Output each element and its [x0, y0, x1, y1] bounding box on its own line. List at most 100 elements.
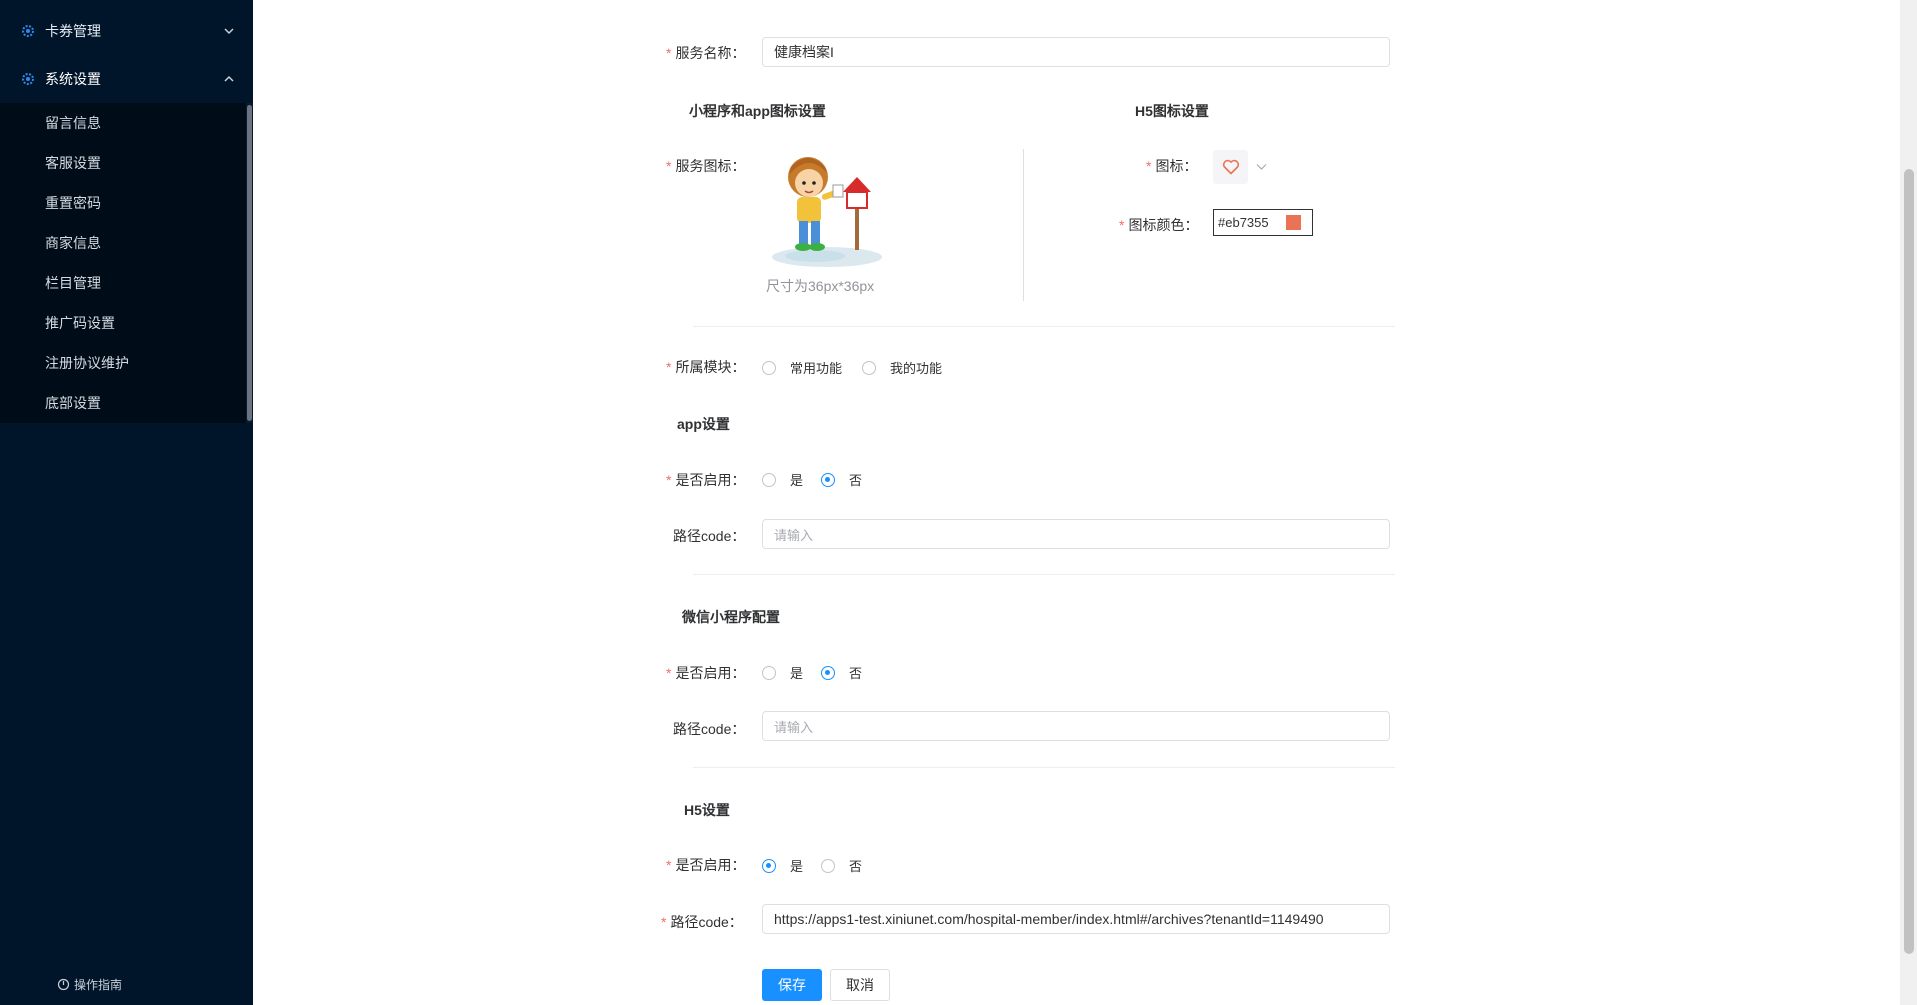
save-button[interactable]: 保存	[762, 969, 822, 1001]
app-settings-title: app设置	[677, 416, 730, 432]
sidebar-item-registration-agreement[interactable]: 注册协议维护	[0, 343, 246, 383]
sidebar-item-label: 推广码设置	[45, 315, 115, 331]
radio-circle[interactable]	[821, 665, 836, 680]
app-path-input[interactable]: 请输入	[762, 519, 1390, 549]
radio-label: 否	[849, 473, 863, 488]
radio-circle[interactable]	[762, 360, 776, 375]
wechat-path-label: 路径code：	[673, 721, 746, 737]
label-text: 所属模块：	[675, 359, 746, 375]
label-text: 服务图标：	[675, 158, 746, 174]
service-icon-image[interactable]	[765, 147, 890, 272]
radio-wechat-yes[interactable]: 是	[762, 663, 803, 682]
radio-circle[interactable]	[821, 472, 836, 487]
divider	[693, 574, 1395, 575]
sidebar-item-label: 留言信息	[45, 115, 101, 131]
sidebar-item-reset-password[interactable]: 重置密码	[0, 183, 246, 223]
app-path-label: 路径code：	[673, 528, 746, 544]
section-divider-vertical	[1023, 149, 1024, 301]
h5-path-label: * 路径code：	[661, 912, 743, 932]
sidebar-item-customer-service[interactable]: 客服设置	[0, 143, 246, 183]
radio-common-functions[interactable]: 常用功能	[762, 358, 842, 377]
wechat-path-input[interactable]: 请输入	[762, 711, 1390, 741]
divider	[693, 767, 1395, 768]
sidebar-item-messages[interactable]: 留言信息	[0, 103, 246, 143]
radio-wechat-no[interactable]: 否	[821, 663, 862, 682]
required-mark: *	[666, 665, 672, 681]
radio-label: 是	[790, 666, 804, 681]
sidebar-item-label: 客服设置	[45, 155, 101, 171]
wechat-settings-title: 微信小程序配置	[682, 609, 780, 625]
input-value: 健康档案I	[774, 44, 834, 60]
wechat-enabled-label: * 是否启用：	[666, 663, 745, 683]
color-value: #eb7355	[1218, 215, 1269, 230]
sidebar-item-merchant-info[interactable]: 商家信息	[0, 223, 246, 263]
sidebar-item-column-management[interactable]: 栏目管理	[0, 263, 246, 303]
operation-guide-link[interactable]: 操作指南	[57, 976, 122, 993]
label-text: 是否启用：	[675, 665, 746, 681]
chevron-down-icon[interactable]	[1256, 163, 1267, 171]
required-mark: *	[666, 45, 672, 61]
service-name-input[interactable]: 健康档案I	[762, 37, 1390, 67]
sidebar-item-promo-code[interactable]: 推广码设置	[0, 303, 246, 343]
module-label: * 所属模块：	[666, 357, 745, 377]
required-mark: *	[666, 359, 672, 375]
required-mark: *	[661, 914, 667, 930]
submenu-system-settings: 留言信息 客服设置 重置密码 商家信息 栏目管理 推广码设置 注册协议维护 底部…	[0, 103, 246, 423]
sidebar-item-label: 重置密码	[45, 195, 101, 211]
gear-icon	[22, 73, 34, 85]
wechat-enabled-radio-group: 是 否	[762, 663, 880, 682]
menu-system-settings[interactable]: 系统设置	[0, 55, 253, 103]
h5-icon-label: * 图标：	[1146, 156, 1197, 176]
divider	[693, 326, 1395, 327]
radio-app-no[interactable]: 否	[821, 470, 862, 489]
service-icon-label: * 服务图标：	[666, 156, 745, 176]
radio-circle[interactable]	[762, 472, 776, 487]
radio-circle[interactable]	[821, 858, 836, 873]
menu-card-coupon[interactable]: 卡券管理	[0, 7, 253, 55]
radio-label: 是	[790, 473, 804, 488]
radio-label: 我的功能	[890, 361, 943, 376]
sidebar-item-label: 底部设置	[45, 395, 101, 411]
sidebar: 卡券管理 系统设置 留言信息 客服设置 重置密码 商家信息 栏目管理 推广码设置…	[0, 0, 253, 1005]
radio-label: 常用功能	[790, 361, 843, 376]
radio-h5-yes[interactable]: 是	[762, 856, 803, 875]
cancel-button[interactable]: 取消	[830, 969, 890, 1001]
input-placeholder: 请输入	[774, 527, 814, 543]
menu-label: 系统设置	[45, 71, 101, 87]
radio-circle[interactable]	[862, 360, 877, 375]
label-text: 是否启用：	[675, 857, 746, 873]
required-mark: *	[666, 158, 672, 174]
icon-color-picker[interactable]: #eb7355	[1213, 209, 1313, 236]
gear-icon	[22, 25, 34, 37]
radio-label: 否	[849, 859, 863, 874]
sidebar-item-label: 商家信息	[45, 235, 101, 251]
radio-circle[interactable]	[762, 665, 776, 680]
sidebar-scrollbar[interactable]	[246, 103, 253, 423]
icon-size-hint: 尺寸为36px*36px	[766, 278, 875, 294]
scrollbar-thumb[interactable]	[1904, 169, 1914, 954]
chevron-up-icon	[224, 75, 234, 82]
mini-app-icon-section-title: 小程序和app图标设置	[689, 103, 826, 119]
radio-app-yes[interactable]: 是	[762, 470, 803, 489]
required-mark: *	[666, 857, 672, 873]
sidebar-item-footer-settings[interactable]: 底部设置	[0, 383, 246, 423]
sidebar-item-label: 栏目管理	[45, 275, 101, 291]
h5-icon-picker[interactable]	[1213, 150, 1248, 184]
h5-enabled-label: * 是否启用：	[666, 855, 745, 875]
guide-label: 操作指南	[74, 978, 123, 992]
radio-label: 是	[790, 859, 804, 874]
color-swatch	[1286, 215, 1301, 230]
label-text: 是否启用：	[675, 472, 746, 488]
radio-circle[interactable]	[762, 858, 776, 873]
h5-path-input[interactable]: https://apps1-test.xiniunet.com/hospital…	[762, 904, 1390, 934]
label-text: 服务名称：	[675, 45, 746, 61]
page-scrollbar[interactable]	[1900, 0, 1917, 1005]
h5-icon-section-title: H5图标设置	[1135, 103, 1209, 119]
chevron-down-icon	[224, 28, 234, 35]
label-text: 路径code：	[670, 914, 743, 930]
module-radio-group: 常用功能 我的功能	[762, 358, 960, 377]
radio-my-functions[interactable]: 我的功能	[862, 358, 942, 377]
radio-h5-no[interactable]: 否	[821, 856, 862, 875]
scrollbar-thumb[interactable]	[247, 105, 252, 421]
h5-icon-color-label: * 图标颜色：	[1119, 215, 1198, 235]
